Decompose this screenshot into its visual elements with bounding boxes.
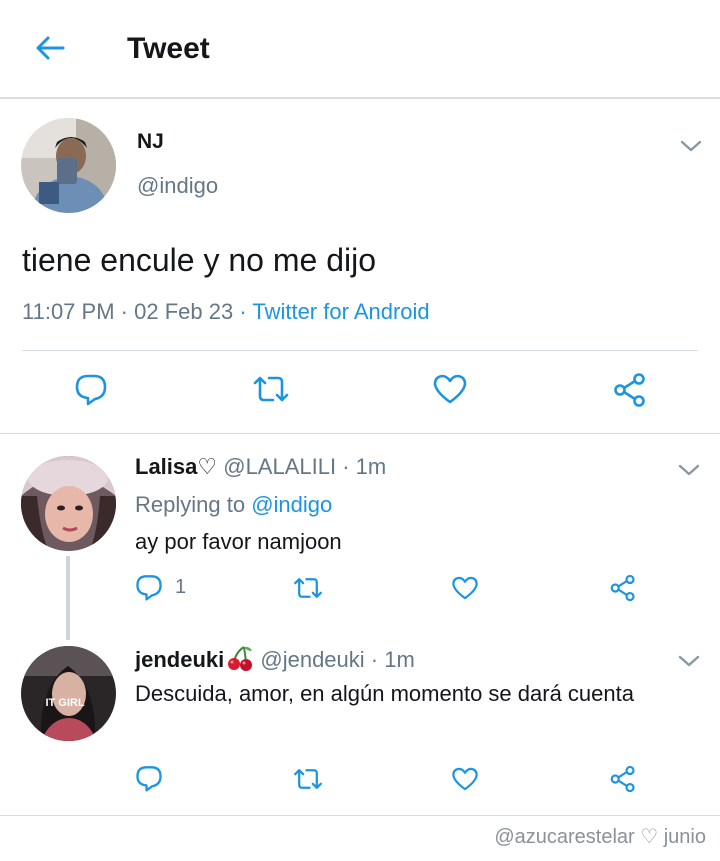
retweet-icon [253, 376, 289, 402]
tweet-menu-button[interactable] [678, 136, 704, 156]
like-button[interactable] [451, 575, 479, 601]
thread-connector [66, 556, 70, 640]
chevron-down-icon [678, 464, 700, 476]
tweet-text: tiene encule y no me dijo [22, 242, 376, 278]
retweet-button[interactable] [251, 372, 291, 406]
reply-author-name[interactable]: Lalisa [135, 454, 197, 479]
reply-author-handle[interactable]: @LALALILI [223, 454, 336, 479]
reply-count: 1 [175, 575, 187, 598]
retweet-icon [294, 578, 322, 598]
like-icon [452, 576, 478, 600]
like-button[interactable] [432, 373, 468, 405]
author-name[interactable]: NJ [137, 130, 164, 154]
tweet-time: 11:07 PM [22, 299, 115, 324]
reply-header: Lalisa♡ @LALALILI · 1m [135, 454, 386, 480]
reply-button[interactable]: 1 [135, 573, 186, 601]
reply-icon [136, 766, 162, 792]
reply-author-handle[interactable]: @jendeuki [260, 647, 364, 672]
retweet-button[interactable] [292, 765, 324, 793]
cherry-icon [228, 646, 253, 671]
reply-button[interactable] [74, 372, 108, 406]
tweet-date: 02 Feb 23 [134, 299, 234, 324]
reply-text: ay por favor namjoon [135, 529, 342, 554]
share-button[interactable] [612, 372, 648, 408]
reply-icon [75, 374, 107, 406]
retweet-button[interactable] [292, 574, 324, 602]
share-icon [614, 373, 645, 407]
page-title: Tweet [127, 32, 210, 65]
meta-separator: · [336, 454, 356, 479]
tweet-source-link[interactable]: Twitter for Android [252, 299, 429, 324]
share-button[interactable] [609, 765, 637, 793]
reply-text: Descuida, amor, en algún momento se dará… [135, 681, 634, 706]
avatar[interactable] [21, 456, 116, 551]
like-button[interactable] [451, 766, 479, 792]
author-handle[interactable]: @indigo [137, 173, 218, 199]
share-icon [610, 765, 635, 793]
replying-to-label: Replying to [135, 492, 246, 517]
replying-to-link[interactable]: @indigo [251, 492, 332, 517]
divider [0, 433, 720, 434]
divider [0, 815, 720, 816]
retweet-icon [294, 769, 322, 789]
reply-header: jendeuki @jendeuki · 1m [135, 645, 415, 673]
divider [22, 350, 698, 351]
like-icon [452, 767, 478, 791]
avatar[interactable] [21, 118, 116, 213]
share-button[interactable] [609, 574, 637, 602]
reply-button[interactable] [135, 764, 163, 792]
share-icon [610, 574, 635, 602]
reply-menu-button[interactable] [676, 460, 702, 480]
replying-to: Replying to @indigo [135, 492, 332, 518]
like-icon [433, 374, 467, 404]
top-bar: Tweet [0, 0, 720, 99]
reply-author-name[interactable]: jendeuki [135, 647, 224, 672]
meta-separator: · [233, 299, 253, 324]
meta-separator: · [364, 647, 385, 672]
reply-time: 1m [355, 454, 387, 479]
back-button[interactable] [30, 28, 70, 68]
reply-menu-button[interactable] [676, 651, 702, 671]
heart-emoji: ♡ [197, 454, 218, 479]
chevron-down-icon [680, 140, 702, 152]
reply-icon [136, 575, 162, 601]
reply-time: 1m [384, 647, 415, 672]
tweet-meta: 11:07 PM · 02 Feb 23 · Twitter for Andro… [22, 299, 430, 325]
back-arrow-icon [36, 36, 65, 60]
avatar-sticker-text: IT GIRL [45, 697, 84, 709]
meta-separator: · [114, 299, 135, 324]
watermark-text: @azucarestelar ♡ junio [494, 826, 706, 848]
chevron-down-icon [678, 655, 700, 667]
avatar[interactable]: IT GIRL [21, 646, 116, 741]
